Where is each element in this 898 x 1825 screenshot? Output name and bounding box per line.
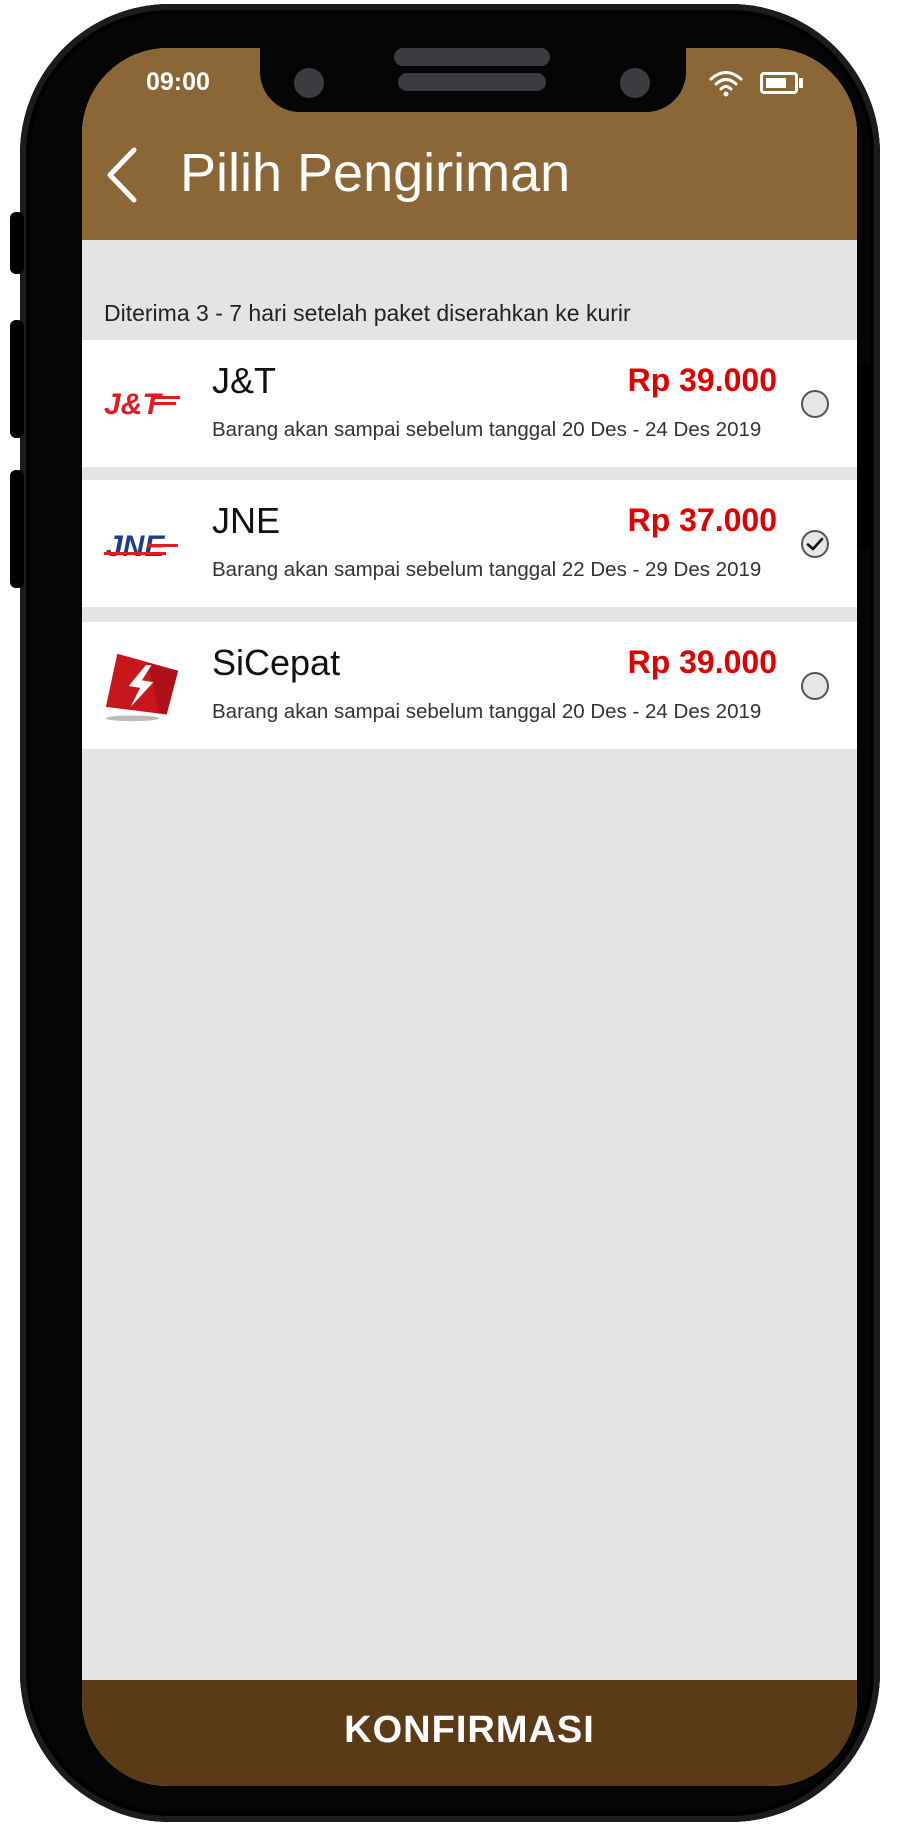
wifi-icon <box>709 71 743 97</box>
app-screen: 09:00 Pilih Pengiriman Diterima 3 - 7 ha… <box>82 48 857 1786</box>
courier-price: Rp 37.000 <box>627 502 777 538</box>
confirm-button[interactable]: KONFIRMASI <box>82 1680 857 1780</box>
volume-down-button <box>10 470 24 588</box>
volume-up-button <box>10 320 24 438</box>
power-button <box>856 364 870 550</box>
battery-icon <box>760 72 803 94</box>
courier-name: J&T <box>212 360 277 401</box>
silent-switch <box>10 212 24 274</box>
sicepat-logo <box>105 653 179 722</box>
courier-name: JNE <box>212 500 281 541</box>
courier-price: Rp 39.000 <box>627 644 777 680</box>
courier-name: SiCepat <box>212 642 341 683</box>
radio-button-selected[interactable] <box>801 530 829 558</box>
courier-option-sicepat[interactable]: SiCepat Rp 39.000 Barang akan sampai seb… <box>82 622 857 749</box>
phone-frame: 09:00 Pilih Pengiriman Diterima 3 - 7 ha… <box>10 4 880 1822</box>
radio-button[interactable] <box>801 672 829 700</box>
courier-option-jne[interactable]: JNE JNE Rp 37.000 Barang akan sampai seb… <box>82 480 857 607</box>
courier-price: Rp 39.000 <box>627 362 777 398</box>
speaker <box>398 73 546 91</box>
radio-button[interactable] <box>801 390 829 418</box>
notch <box>260 48 686 112</box>
jnt-logo: J&T <box>104 388 180 421</box>
courier-eta: Barang akan sampai sebelum tanggal 20 De… <box>212 418 762 441</box>
camera <box>294 68 324 98</box>
chevron-left-icon[interactable] <box>102 146 142 204</box>
courier-option-jnt[interactable]: J&T J&T Rp 39.000 Barang akan sampai seb… <box>82 340 857 467</box>
jne-logo: JNE <box>104 530 178 563</box>
app-header: 09:00 Pilih Pengiriman <box>82 48 857 240</box>
courier-eta: Barang akan sampai sebelum tanggal 22 De… <box>212 558 762 581</box>
camera <box>620 68 650 98</box>
status-time: 09:00 <box>146 68 210 96</box>
delivery-info: Diterima 3 - 7 hari setelah paket disera… <box>104 300 631 326</box>
speaker <box>394 48 550 66</box>
page-title: Pilih Pengiriman <box>180 143 571 203</box>
footer-bar: KONFIRMASI <box>82 1680 857 1786</box>
courier-eta: Barang akan sampai sebelum tanggal 20 De… <box>212 700 762 723</box>
checkmark-icon <box>806 537 824 551</box>
